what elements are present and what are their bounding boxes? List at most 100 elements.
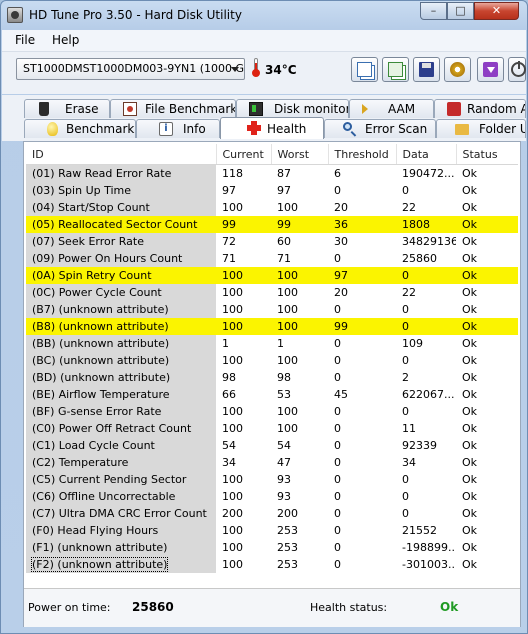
copy-icon (357, 62, 372, 77)
table-row[interactable]: (B8) (unknown attribute) 100 100 99 0 Ok (26, 318, 518, 335)
cell-text: 0 (334, 541, 341, 554)
cell-status: Ok (456, 250, 518, 267)
copy-text-button[interactable] (351, 57, 378, 82)
cell-status: Ok (456, 284, 518, 301)
cell-id: (B8) (unknown attribute) (26, 318, 216, 335)
maximize-button[interactable]: □ (447, 2, 474, 20)
tab-error-scan[interactable]: Error Scan (324, 119, 436, 138)
table-row[interactable]: (C6) Offline Uncorrectable 100 93 0 0 Ok (26, 488, 518, 505)
cell-text: (01) Raw Read Error Rate (32, 167, 172, 180)
save-button[interactable] (413, 57, 440, 82)
table-row[interactable]: (0A) Spin Retry Count 100 100 97 0 Ok (26, 267, 518, 284)
cell-text: (0C) Power Cycle Count (32, 286, 162, 299)
app-icon[interactable] (7, 7, 23, 23)
table-row[interactable]: (BF) G-sense Error Rate 100 100 0 0 Ok (26, 403, 518, 420)
tab-label: File Benchmark (145, 102, 236, 116)
tab-disk-monitor[interactable]: Disk monitor (236, 99, 349, 118)
tab-benchmark[interactable]: Benchmark (24, 119, 136, 138)
cell-id: (C0) Power Off Retract Count (26, 420, 216, 437)
column-header-current[interactable]: Current (215, 144, 271, 165)
cell-text: 0 (334, 558, 341, 571)
cell-text: 100 (222, 303, 243, 316)
table-row[interactable]: (BB) (unknown attribute) 1 1 0 109 Ok (26, 335, 518, 352)
cell-text: 100 (222, 524, 243, 537)
tab-info[interactable]: i Info (136, 119, 220, 138)
table-row[interactable]: (F1) (unknown attribute) 100 253 0 -198899..… (26, 539, 518, 556)
table-row[interactable]: (C1) Load Cycle Count 54 54 0 92339 Ok (26, 437, 518, 454)
table-row[interactable]: (C7) Ultra DMA CRC Error Count 200 200 0 0 Ok (26, 505, 518, 522)
cell-text: 100 (277, 405, 298, 418)
cell-worst: 100 (271, 420, 328, 437)
cell-text: 92339 (402, 439, 437, 452)
cell-text: 97 (334, 269, 348, 282)
cell-threshold: 0 (328, 539, 396, 556)
table-row[interactable]: (C5) Current Pending Sector 100 93 0 0 Ok (26, 471, 518, 488)
cell-text: 190472... (402, 167, 455, 180)
tab-aam[interactable]: AAM (349, 99, 434, 118)
column-header-data[interactable]: Data (395, 144, 456, 165)
table-row[interactable]: (BD) (unknown attribute) 98 98 0 2 Ok (26, 369, 518, 386)
column-header-id[interactable]: ID (26, 144, 216, 165)
tab-health[interactable]: Health (220, 117, 324, 139)
tab-label: Info (183, 122, 206, 136)
cell-current: 100 (216, 403, 271, 420)
cell-text: (BF) G-sense Error Rate (32, 405, 162, 418)
cell-id: (09) Power On Hours Count (26, 250, 216, 267)
cell-text: 20 (334, 201, 348, 214)
cell-text: Ok (462, 456, 478, 469)
cell-text: 0 (402, 490, 409, 503)
power-button[interactable] (508, 57, 526, 82)
cell-text: 0 (402, 320, 409, 333)
cell-text: 0 (402, 354, 409, 367)
cell-text: 36 (334, 218, 348, 231)
cell-threshold: 0 (328, 182, 396, 199)
cell-current: 100 (216, 284, 271, 301)
table-row[interactable]: (B7) (unknown attribute) 100 100 0 0 Ok (26, 301, 518, 318)
table-row[interactable]: (03) Spin Up Time 97 97 0 0 Ok (26, 182, 518, 199)
cell-text: 2 (402, 371, 409, 384)
table-row[interactable]: (BE) Airflow Temperature 66 53 45 622067... O… (26, 386, 518, 403)
cell-worst: 200 (271, 505, 328, 522)
cell-text: 25860 (402, 252, 437, 265)
cell-text: 45 (334, 388, 348, 401)
cell-text: 0 (334, 371, 341, 384)
cell-worst: 60 (271, 233, 328, 250)
cell-current: 99 (216, 216, 271, 233)
column-header-worst[interactable]: Worst (270, 144, 328, 165)
cell-data: 0 (396, 318, 456, 335)
table-row[interactable]: (C0) Power Off Retract Count 100 100 0 11 Ok (26, 420, 518, 437)
menu-file[interactable]: File (15, 33, 35, 47)
cell-text: Ok (462, 524, 478, 537)
table-row[interactable]: (01) Raw Read Error Rate 118 87 6 190472... O… (26, 164, 518, 182)
cell-text: 20 (334, 286, 348, 299)
cell-data: 0 (396, 182, 456, 199)
cell-text: Ok (462, 201, 478, 214)
minimize-button[interactable]: – (420, 2, 447, 20)
table-row[interactable]: (04) Start/Stop Count 100 100 20 22 Ok (26, 199, 518, 216)
table-row[interactable]: (09) Power On Hours Count 71 71 0 25860 Ok (26, 250, 518, 267)
drive-select[interactable]: ST1000DMST1000DM003-9YN1 (1000 GB) (16, 58, 245, 80)
table-row[interactable]: (07) Seek Error Rate 72 60 30 34829136 Ok (26, 233, 518, 250)
table-row[interactable]: (F2) (unknown attribute) 100 253 0 -301003..… (26, 556, 518, 573)
cell-status: Ok (456, 437, 518, 454)
cell-threshold: 20 (328, 199, 396, 216)
power-icon (511, 61, 526, 77)
cell-text: (0A) Spin Retry Count (32, 269, 152, 282)
table-row[interactable]: (F0) Head Flying Hours 100 253 0 21552 Ok (26, 522, 518, 539)
column-header-threshold[interactable]: Threshold (327, 144, 396, 165)
options-button[interactable] (444, 57, 471, 82)
table-row[interactable]: (05) Reallocated Sector Count 99 99 36 1808 O… (26, 216, 518, 233)
title-bar[interactable]: HD Tune Pro 3.50 - Hard Disk Utility – □… (1, 1, 527, 29)
copy-screenshot-button[interactable] (382, 57, 409, 82)
table-row[interactable]: (0C) Power Cycle Count 100 100 20 22 Ok (26, 284, 518, 301)
table-row[interactable]: (BC) (unknown attribute) 100 100 0 0 Ok (26, 352, 518, 369)
table-row[interactable]: (C2) Temperature 34 47 0 34 Ok (26, 454, 518, 471)
tab-file-benchmark[interactable]: File Benchmark (110, 99, 236, 118)
close-button[interactable]: ✕ (474, 2, 519, 20)
tab-erase[interactable]: Erase (24, 99, 110, 118)
column-header-status[interactable]: Status (455, 144, 518, 165)
exit-button[interactable] (477, 57, 504, 82)
tab-folder-usage[interactable]: Folder Usage (436, 119, 526, 138)
menu-help[interactable]: Help (52, 33, 79, 47)
tab-random-access[interactable]: Random Access (434, 99, 526, 118)
